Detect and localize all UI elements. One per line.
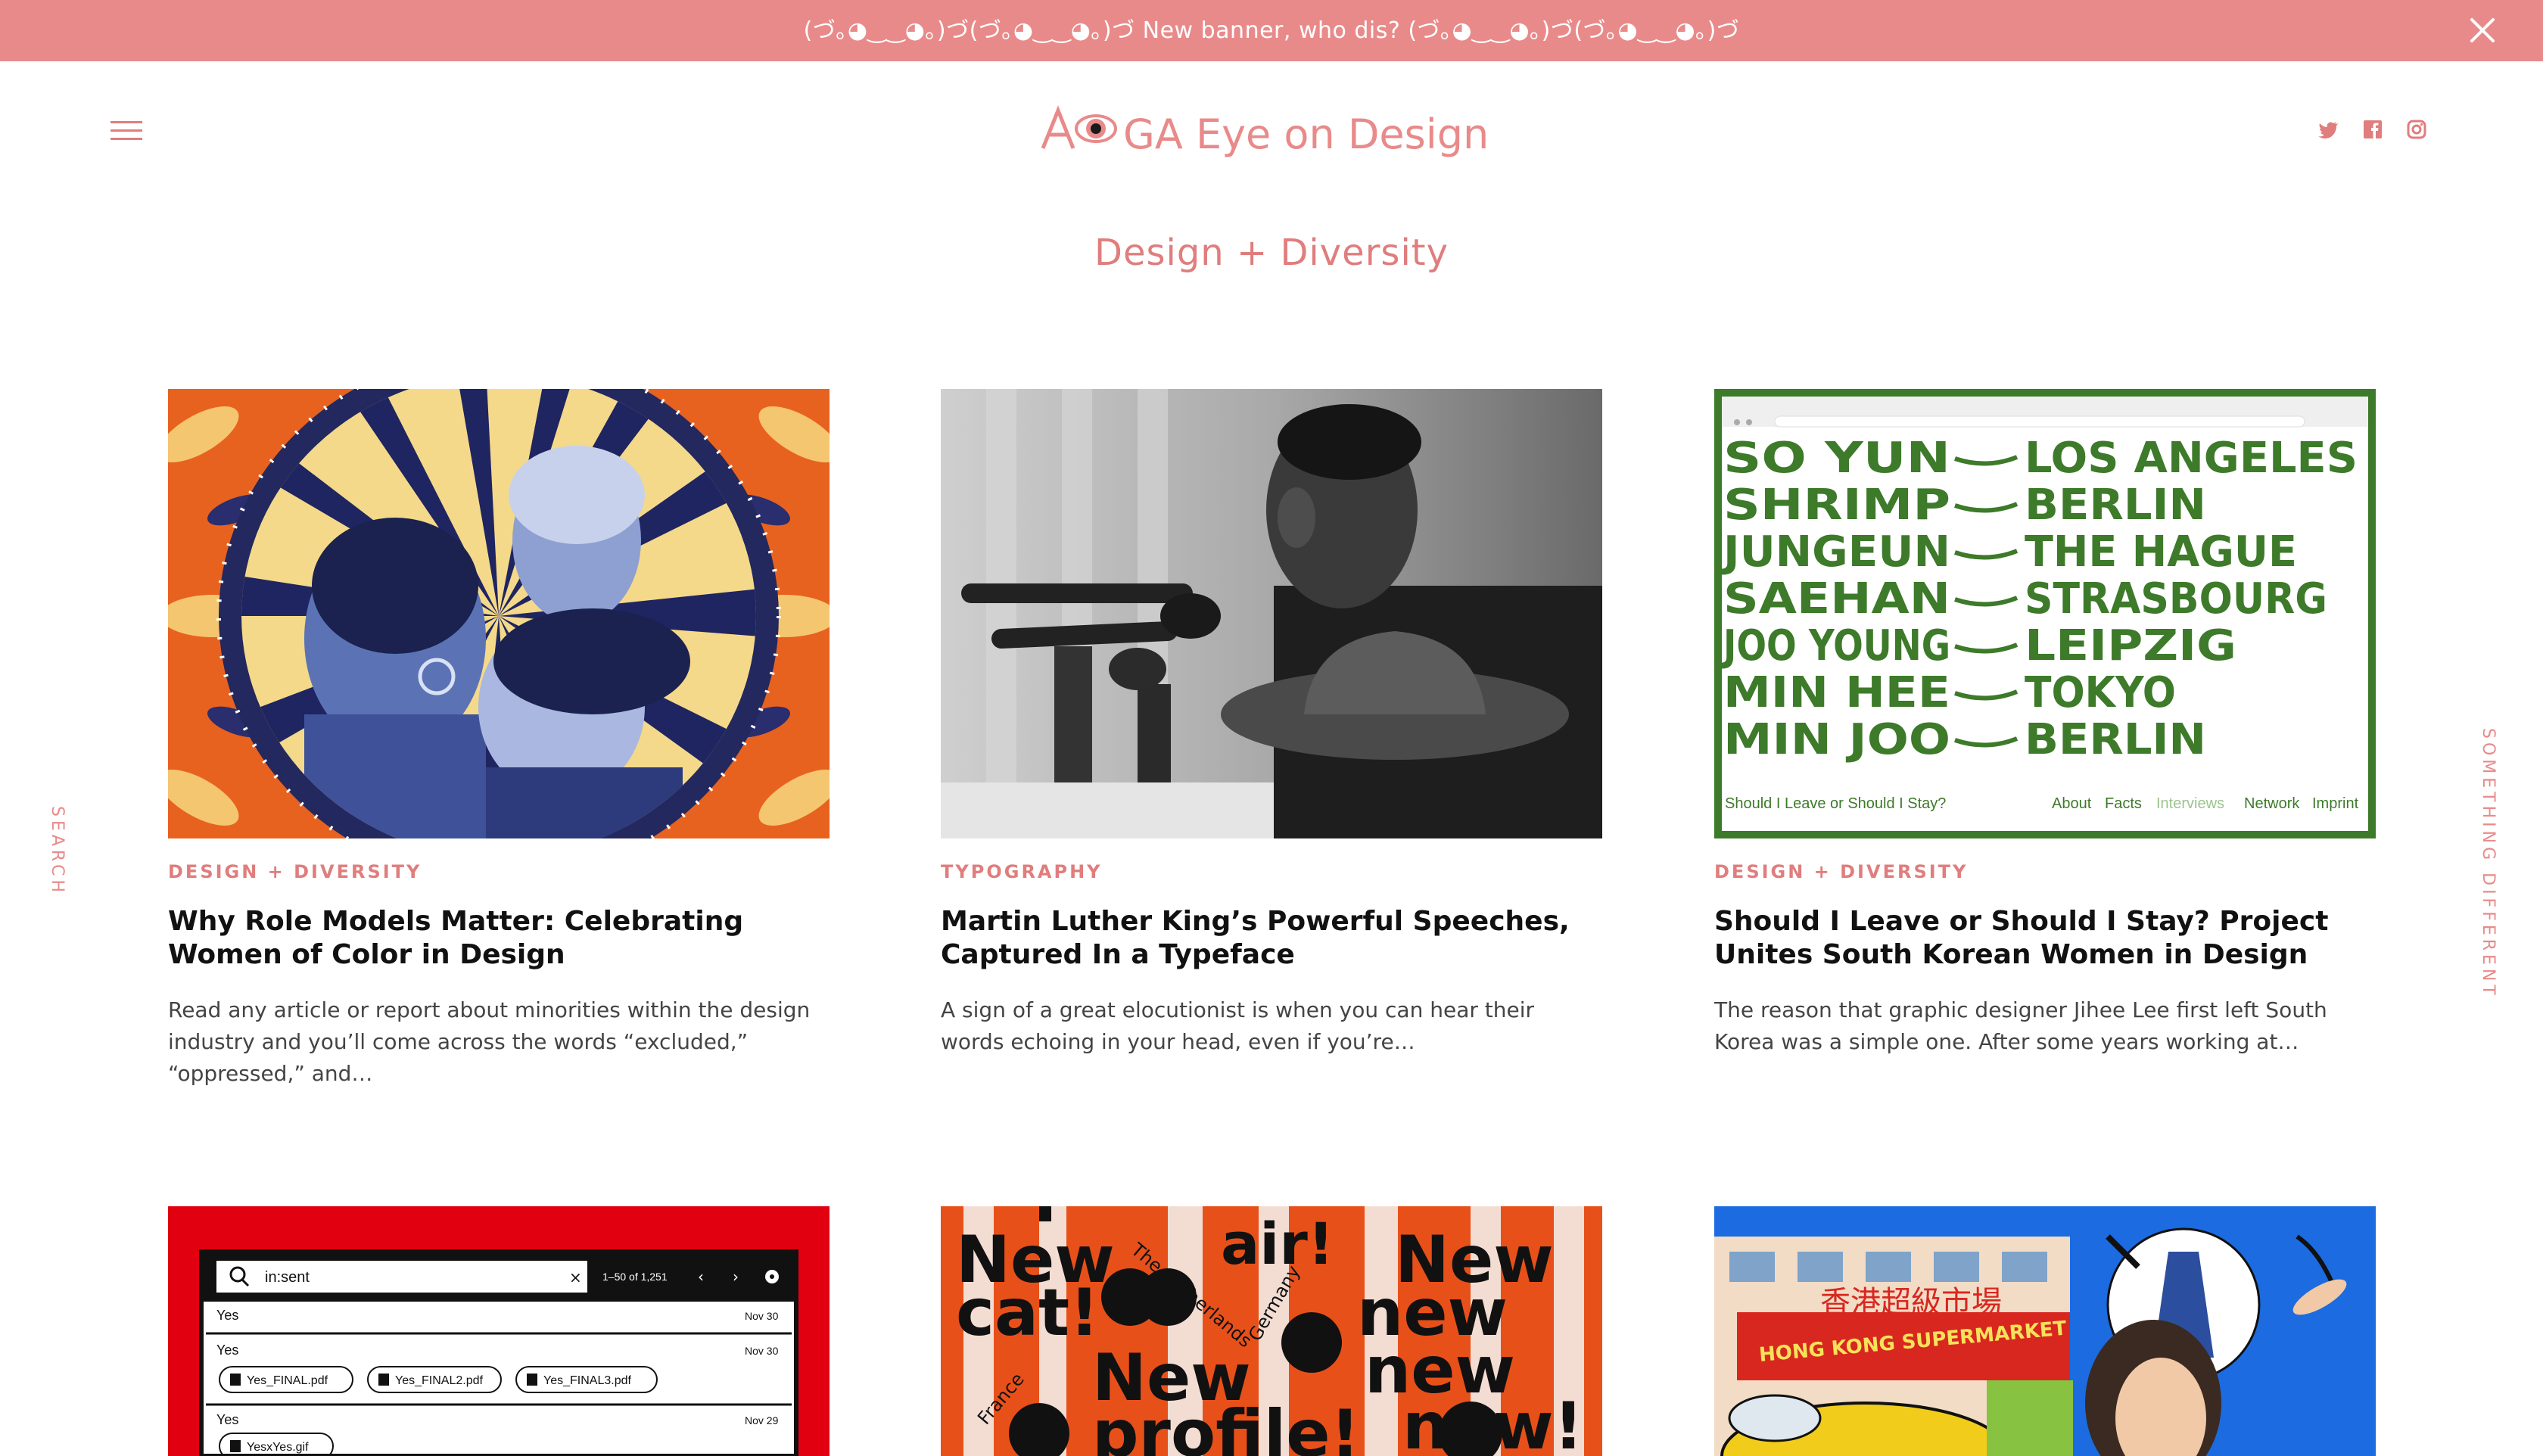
article-image[interactable]: in:sent × 1–50 of 1,251 ‹ › Yes Nov 30 Y… xyxy=(168,1206,830,1456)
article-image[interactable]: 香港超級市場 HONG KONG SUPERMARKET xyxy=(1714,1206,2376,1456)
image-city-text: BERLIN xyxy=(2025,481,2206,530)
gmail-row-sender: Yes xyxy=(216,1342,238,1358)
article-excerpt: A sign of a great elocutionist is when y… xyxy=(941,997,1534,1054)
image-nav-item: Network xyxy=(2244,795,2300,812)
gmail-row-sender: Yes xyxy=(216,1308,238,1323)
image-name-text: SHRIMP xyxy=(1723,481,1950,530)
image-name-text: SO YUN xyxy=(1723,434,1950,483)
hamburger-icon[interactable] xyxy=(110,120,142,142)
gmail-row-sender: Yes xyxy=(216,1412,238,1427)
close-icon[interactable] xyxy=(2467,15,2498,45)
announcement-banner: (づ｡◕‿‿◕｡)づ(づ｡◕‿‿◕｡)づ New banner, who dis… xyxy=(0,0,2543,61)
poster-word: air! xyxy=(1221,1210,1334,1277)
image-city-text: STRASBOURG xyxy=(2025,574,2327,624)
article-title[interactable]: Should I Leave or Should I Stay? Project… xyxy=(1714,905,2376,972)
article-excerpt: Read any article or report about minorit… xyxy=(168,997,811,1086)
image-city-text: LEIPZIG xyxy=(2025,621,2236,670)
image-name-text: MIN HEE xyxy=(1723,668,1950,717)
gmail-range: 1–50 of 1,251 xyxy=(602,1271,668,1283)
article-category[interactable]: TYPOGRAPHY xyxy=(941,861,1602,882)
image-name-text: MIN JOO xyxy=(1723,715,1950,764)
article-card: SO YUN LOS ANGELES SHRIMP BERLIN JUNGEUN THE … xyxy=(1714,389,2376,1058)
article-image[interactable] xyxy=(168,389,830,838)
image-name-text: SAEHAN xyxy=(1723,574,1950,624)
gmail-row-date: Nov 30 xyxy=(745,1310,779,1322)
svg-text:›: › xyxy=(733,1268,739,1286)
gmail-attachment: Yes_FINAL3.pdf xyxy=(543,1374,631,1387)
image-nav-item: Imprint xyxy=(2312,795,2359,812)
article-excerpt: The reason that graphic designer Jihee L… xyxy=(1714,997,2327,1054)
twitter-icon[interactable] xyxy=(2317,118,2340,141)
gmail-attachment: Yes_FINAL2.pdf xyxy=(395,1374,483,1387)
image-city-text: TOKYO xyxy=(2025,668,2176,717)
banner-text: (づ｡◕‿‿◕｡)づ(づ｡◕‿‿◕｡)づ New banner, who dis… xyxy=(803,17,1740,44)
sign-chinese: 香港超級市場 xyxy=(1820,1285,2002,1320)
gmail-attachment: Yes_FINAL.pdf xyxy=(247,1374,328,1387)
something-different-link[interactable]: SOMETHING DIFFERENT xyxy=(2479,728,2498,999)
image-city-text: BERLIN xyxy=(2025,715,2206,764)
article-image[interactable]: SO YUN LOS ANGELES SHRIMP BERLIN JUNGEUN THE … xyxy=(1714,389,2376,838)
article-category[interactable]: DESIGN + DIVERSITY xyxy=(1714,861,2376,882)
article-image[interactable] xyxy=(941,389,1602,838)
image-nav-item: Facts xyxy=(2105,795,2142,812)
gmail-search-value: in:sent xyxy=(265,1269,310,1286)
facebook-icon[interactable] xyxy=(2361,118,2384,141)
poster-word: profile! xyxy=(1092,1396,1360,1456)
svg-text:GA Eye on Design: GA Eye on Design xyxy=(1123,110,1489,157)
image-name-text: JUNGEUN xyxy=(1720,527,1950,577)
gmail-attachment: YesxYes.gif xyxy=(247,1441,309,1454)
svg-text:‹: ‹ xyxy=(698,1268,704,1286)
article-card: TYPOGRAPHY Martin Luther King’s Powerful… xyxy=(941,389,1602,1058)
gmail-row-date: Nov 29 xyxy=(745,1414,779,1426)
image-city-text: LOS ANGELES xyxy=(2025,434,2358,483)
article-title[interactable]: Martin Luther King’s Powerful Speeches, … xyxy=(941,905,1602,972)
site-logo[interactable]: GA Eye on Design xyxy=(1041,104,1503,158)
image-nav-item: Interviews xyxy=(2156,795,2224,812)
search-link[interactable]: SEARCH xyxy=(48,806,67,896)
article-title[interactable]: Why Role Models Matter: Celebrating Wome… xyxy=(168,905,830,972)
poster-word: cat! xyxy=(956,1275,1099,1351)
svg-text:×: × xyxy=(569,1268,582,1286)
image-footer-text: Should I Leave or Should I Stay? xyxy=(1725,795,1946,812)
article-category[interactable]: DESIGN + DIVERSITY xyxy=(168,861,830,882)
image-nav-item: About xyxy=(2052,795,2092,812)
page-title: Design + Diversity xyxy=(1094,232,1449,274)
article-image[interactable]: New cat! air! New new new New profile! n… xyxy=(941,1206,1602,1456)
image-city-text: THE HAGUE xyxy=(2025,527,2297,577)
image-name-text: JOO YOUNG xyxy=(1721,621,1950,670)
instagram-icon[interactable] xyxy=(2405,118,2428,141)
gmail-row-date: Nov 30 xyxy=(745,1345,779,1357)
article-card: DESIGN + DIVERSITY Why Role Models Matte… xyxy=(168,389,830,1090)
